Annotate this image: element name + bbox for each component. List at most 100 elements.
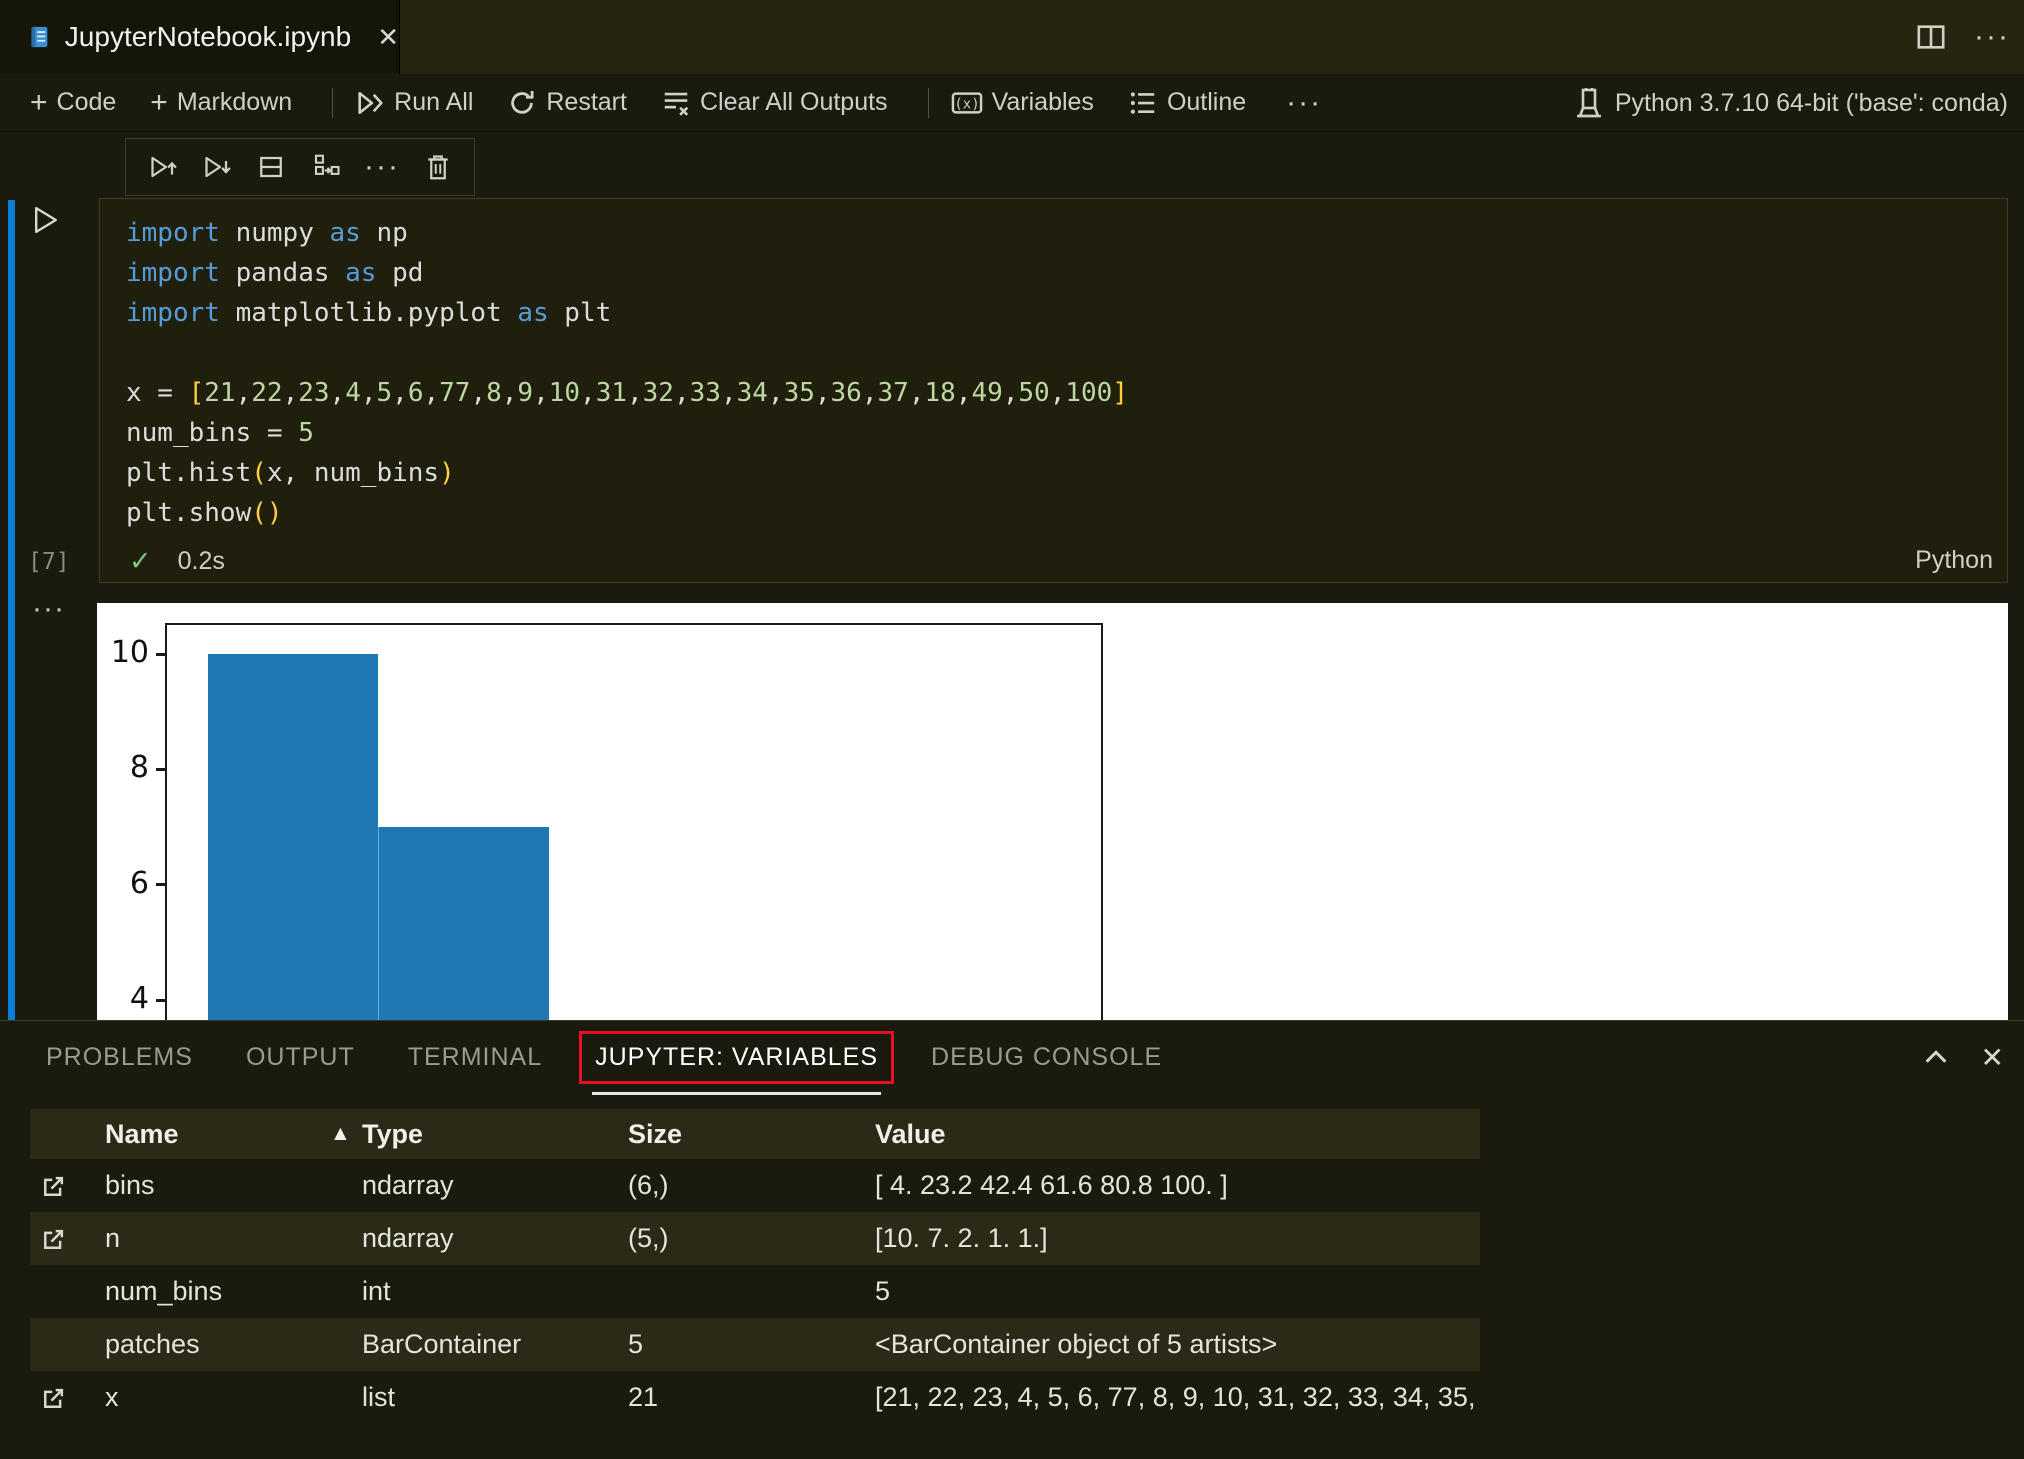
open-in-data-viewer-icon[interactable] [40, 1225, 68, 1253]
python-interpreter-icon [1576, 88, 1601, 118]
vscode-window: JupyterNotebook.ipynb ✕ ··· + Code + Mar… [0, 0, 2024, 1459]
add-markdown-cell-button[interactable]: + Markdown [150, 85, 293, 119]
plus-icon: + [30, 85, 48, 119]
add-code-cell-button[interactable]: + Code [30, 85, 117, 119]
clear-all-outputs-icon [664, 92, 689, 116]
notebook-file-icon [31, 26, 48, 48]
run-cell-button[interactable] [32, 204, 60, 236]
panel-tab-output[interactable]: OUTPUT [246, 1043, 355, 1072]
panel-tab-problems[interactable]: PROBLEMS [46, 1043, 193, 1072]
y-tick-label: 6 [129, 865, 149, 901]
clear-all-outputs-button[interactable]: Clear All Outputs [661, 88, 888, 118]
code-line: num_bins = 5 [126, 418, 314, 448]
variables-label: Variables [991, 88, 1094, 116]
code-line: import numpy as np [126, 218, 408, 248]
tab-jupyternotebook[interactable]: JupyterNotebook.ipynb ✕ [0, 0, 400, 74]
sort-ascending-icon: ▲ [330, 1122, 351, 1145]
open-in-data-viewer-icon[interactable] [40, 1172, 68, 1200]
code-line: x = [21,22,23,4,5,6,77,8,9,10,31,32,33,3… [126, 378, 1128, 408]
code-editor[interactable]: import numpy as np import pandas as pd imp… [126, 213, 1128, 533]
delete-cell-button[interactable] [424, 152, 452, 182]
bottom-panel: PROBLEMS OUTPUT TERMINAL JUPYTER: VARIAB… [0, 1020, 2024, 1459]
outline-icon [1130, 91, 1155, 114]
var-type: int [362, 1276, 391, 1306]
code-line: plt.show() [126, 498, 283, 528]
variables-button[interactable]: (x) Variables [951, 88, 1094, 118]
output-more-actions-icon[interactable]: ··· [32, 592, 65, 626]
var-value: [21, 22, 23, 4, 5, 6, 77, 8, 9, 10, 31, … [875, 1382, 1476, 1412]
var-name: num_bins [105, 1276, 223, 1306]
kernel-picker[interactable]: Python 3.7.10 64-bit ('base': conda) [1575, 74, 2008, 132]
add-code-label: Code [56, 88, 117, 116]
var-size: 5 [628, 1329, 644, 1359]
table-row-num-bins[interactable]: num_bins int 5 [30, 1265, 1480, 1318]
editor-more-actions-icon[interactable]: ··· [1974, 22, 2010, 52]
var-type: BarContainer [362, 1329, 522, 1359]
table-row-n[interactable]: n ndarray (5,) [10. 7. 2. 1. 1.] [30, 1212, 1480, 1265]
table-row-bins[interactable]: bins ndarray (6,) [ 4. 23.2 42.4 61.6 80… [30, 1159, 1480, 1212]
var-name: n [105, 1223, 121, 1253]
run-all-label: Run All [394, 88, 474, 116]
panel-tab-terminal[interactable]: TERMINAL [408, 1043, 542, 1072]
histogram-bar [377, 827, 549, 1020]
var-type: list [362, 1382, 395, 1412]
table-row-x[interactable]: x list 21 [21, 22, 23, 4, 5, 6, 77, 8, 9… [30, 1371, 1480, 1424]
header-type[interactable]: Type [362, 1109, 423, 1159]
execute-cell-and-below-button[interactable] [202, 152, 232, 182]
plus-icon: + [150, 85, 168, 119]
annotation-highlight-box: JUPYTER: VARIABLES [579, 1030, 895, 1095]
execution-time: 0.2s [177, 546, 225, 575]
var-name: patches [105, 1329, 200, 1359]
svg-text:(x): (x) [954, 96, 979, 112]
panel-tab-jupyter-variables[interactable]: JUPYTER: VARIABLES [595, 1043, 878, 1071]
header-size[interactable]: Size [628, 1109, 682, 1159]
y-tick-mark [156, 998, 165, 1002]
execution-count: [7] [28, 549, 70, 575]
run-all-button[interactable]: Run All [355, 88, 473, 118]
close-panel-icon[interactable]: ✕ [1981, 1041, 2004, 1074]
run-by-line-button[interactable] [310, 152, 340, 182]
header-name[interactable]: Name [105, 1109, 179, 1159]
add-markdown-label: Markdown [176, 88, 293, 116]
success-check-icon: ✓ [129, 545, 152, 576]
var-type: ndarray [362, 1223, 454, 1253]
y-tick-label: 10 [110, 635, 149, 670]
var-size: 21 [628, 1382, 659, 1412]
maximize-panel-chevron-icon[interactable] [1921, 1042, 1951, 1072]
cell-language-picker[interactable]: Python [1915, 546, 1993, 575]
tab-title: JupyterNotebook.ipynb [64, 21, 352, 52]
var-size: (6,) [628, 1170, 669, 1200]
header-value[interactable]: Value [875, 1109, 1476, 1159]
histogram-bar [208, 654, 378, 1020]
toolbar-more-actions-icon[interactable]: ··· [1286, 87, 1322, 117]
toolbar-separator [332, 87, 334, 118]
open-in-data-viewer-icon[interactable] [40, 1384, 68, 1412]
panel-actions: ✕ [1921, 1021, 2004, 1093]
y-tick-mark [156, 767, 165, 771]
cell-more-actions-icon[interactable]: ··· [364, 152, 400, 182]
var-size: (5,) [628, 1223, 669, 1253]
code-line: import pandas as pd [126, 258, 424, 288]
cell-status-bar: ✓ 0.2s [100, 540, 2007, 582]
split-editor-icon[interactable] [1916, 22, 1946, 52]
run-all-icon [358, 91, 383, 114]
execute-above-cells-button[interactable] [148, 152, 178, 182]
tab-close-icon[interactable]: ✕ [377, 24, 399, 50]
outline-label: Outline [1166, 88, 1247, 116]
split-cell-button[interactable] [256, 152, 286, 182]
restart-label: Restart [546, 88, 627, 116]
var-name: bins [105, 1170, 155, 1200]
var-type: ndarray [362, 1170, 454, 1200]
restart-icon [511, 90, 534, 114]
variables-table-header: Name ▲ Type Size Value [30, 1109, 1480, 1159]
panel-tab-debug-console[interactable]: DEBUG CONSOLE [931, 1043, 1162, 1072]
code-line: plt.hist(x, num_bins) [126, 458, 455, 488]
y-tick-mark [156, 652, 165, 656]
restart-button[interactable]: Restart [507, 88, 627, 118]
variables-table: Name ▲ Type Size Value bins ndarray (6,)… [30, 1109, 1480, 1424]
outline-button[interactable]: Outline [1128, 88, 1246, 118]
y-tick-label: 8 [129, 750, 149, 786]
cell-toolbar: ··· [125, 138, 475, 196]
table-row-patches[interactable]: patches BarContainer 5 <BarContainer obj… [30, 1318, 1480, 1371]
var-name: x [105, 1382, 119, 1412]
